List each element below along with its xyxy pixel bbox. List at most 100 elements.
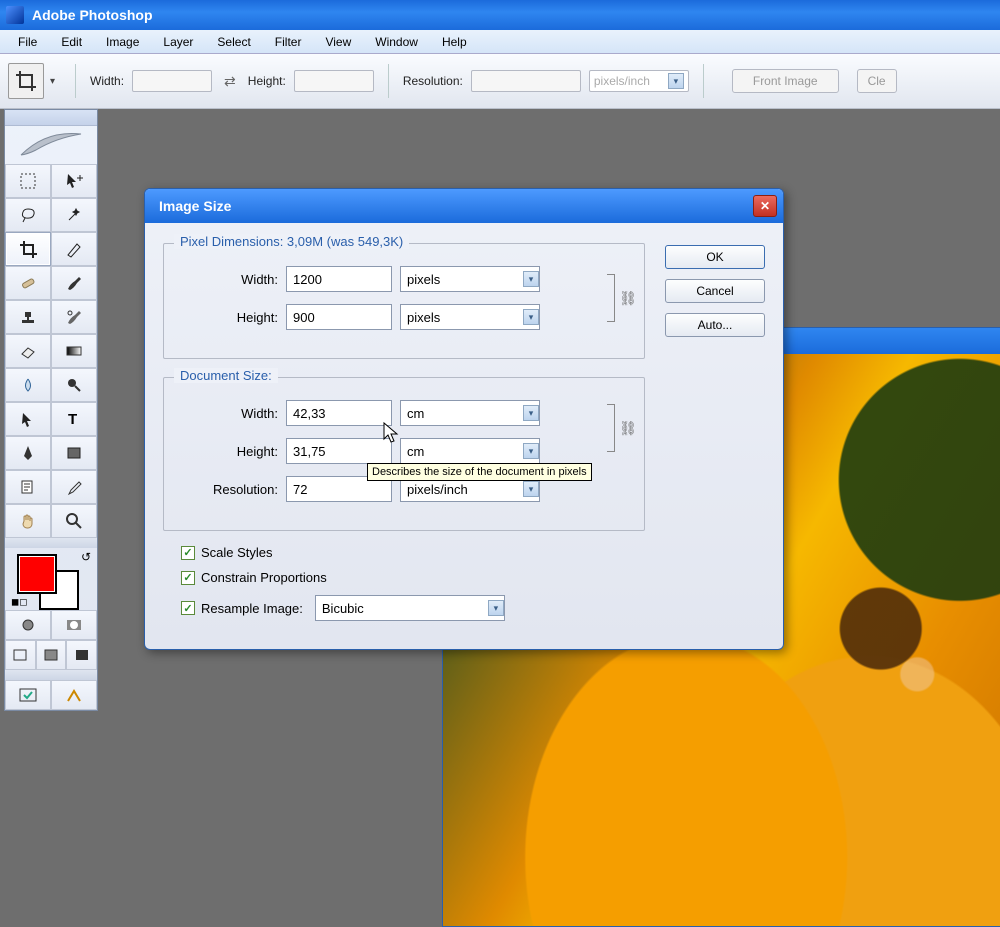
tool-marquee[interactable] — [5, 164, 51, 198]
tool-hand[interactable] — [5, 504, 51, 538]
tool-crop[interactable] — [5, 232, 51, 266]
px-height-unit-select[interactable]: pixels ▾ — [400, 304, 540, 330]
px-width-label: Width: — [178, 272, 278, 287]
chevron-down-icon: ▾ — [488, 600, 504, 616]
px-height-unit-value: pixels — [407, 310, 440, 325]
quickmask-mode-button[interactable] — [51, 610, 97, 640]
color-swatch[interactable]: ◼◻ ↺ — [5, 548, 97, 610]
menu-edit[interactable]: Edit — [49, 32, 94, 52]
tool-brush[interactable] — [51, 266, 97, 300]
tool-eraser[interactable] — [5, 334, 51, 368]
options-width-label: Width: — [90, 74, 124, 88]
tools-panel[interactable]: T ◼◻ ↺ — [4, 109, 98, 711]
cancel-button[interactable]: Cancel — [665, 279, 765, 303]
document-size-fieldset: Document Size: Width: cm ▾ — [163, 377, 645, 531]
menu-image[interactable]: Image — [94, 32, 151, 52]
tool-pen[interactable] — [5, 436, 51, 470]
crop-tool-icon[interactable] — [8, 63, 44, 99]
menu-file[interactable]: File — [6, 32, 49, 52]
tool-shape[interactable] — [51, 436, 97, 470]
doc-height-unit-select[interactable]: cm ▾ — [400, 438, 540, 464]
standard-mode-button[interactable] — [5, 610, 51, 640]
tool-lasso[interactable] — [5, 198, 51, 232]
tool-wand[interactable] — [51, 198, 97, 232]
resample-method-select[interactable]: Bicubic ▾ — [315, 595, 505, 621]
clear-button[interactable]: Cle — [857, 69, 897, 93]
tool-slice[interactable] — [51, 232, 97, 266]
tool-blur[interactable] — [5, 368, 51, 402]
auto-button[interactable]: Auto... — [665, 313, 765, 337]
options-resolution-unit-select[interactable]: pixels/inch ▾ — [589, 70, 689, 92]
separator — [703, 64, 704, 98]
resample-image-checkbox[interactable]: ✓ Resample Image: Bicubic ▾ — [181, 595, 645, 621]
options-resolution-input[interactable] — [471, 70, 581, 92]
doc-height-unit-value: cm — [407, 444, 424, 459]
px-width-input[interactable] — [286, 266, 392, 292]
pixel-dimensions-fieldset: Pixel Dimensions: 3,09M (was 549,3K) Wid… — [163, 243, 645, 359]
menu-layer[interactable]: Layer — [151, 32, 205, 52]
options-bar: ▾ Width: ⇄ Height: Resolution: pixels/in… — [0, 54, 1000, 109]
tool-zoom[interactable] — [51, 504, 97, 538]
tool-preset-dropdown-icon[interactable]: ▾ — [50, 76, 55, 87]
px-height-input[interactable] — [286, 304, 392, 330]
doc-width-input[interactable] — [286, 400, 392, 426]
front-image-button[interactable]: Front Image — [732, 69, 839, 93]
close-button[interactable]: ✕ — [753, 195, 777, 217]
image-size-dialog: Image Size ✕ Pixel Dimensions: 3,09M (wa… — [144, 188, 784, 650]
chevron-down-icon: ▾ — [523, 309, 539, 325]
workspace: T ◼◻ ↺ — [0, 109, 1000, 893]
ok-button[interactable]: OK — [665, 245, 765, 269]
jump-to-imageready-button[interactable] — [5, 680, 51, 710]
constrain-proportions-checkbox[interactable]: ✓ Constrain Proportions — [181, 570, 645, 585]
doc-height-label: Height: — [178, 444, 278, 459]
menu-window[interactable]: Window — [363, 32, 430, 52]
screenmode-full-button[interactable] — [66, 640, 97, 670]
dialog-titlebar[interactable]: Image Size ✕ — [145, 189, 783, 223]
tool-history-brush[interactable] — [51, 300, 97, 334]
swap-dimensions-icon[interactable]: ⇄ — [224, 73, 236, 90]
menu-bar: File Edit Image Layer Select Filter View… — [0, 30, 1000, 54]
app-logo-icon — [6, 6, 24, 24]
tool-path-select[interactable] — [5, 402, 51, 436]
px-height-label: Height: — [178, 310, 278, 325]
doc-width-unit-select[interactable]: cm ▾ — [400, 400, 540, 426]
scale-styles-label: Scale Styles — [201, 545, 273, 560]
doc-resolution-unit-value: pixels/inch — [407, 482, 468, 497]
menu-view[interactable]: View — [313, 32, 363, 52]
px-width-unit-select[interactable]: pixels ▾ — [400, 266, 540, 292]
default-colors-icon[interactable]: ◼◻ — [11, 597, 28, 608]
chevron-down-icon: ▾ — [523, 481, 539, 497]
tool-gradient[interactable] — [51, 334, 97, 368]
scale-styles-checkbox[interactable]: ✓ Scale Styles — [181, 545, 645, 560]
tool-notes[interactable] — [5, 470, 51, 504]
check-icon: ✓ — [181, 546, 195, 560]
swap-colors-icon[interactable]: ↺ — [81, 550, 91, 564]
separator — [388, 64, 389, 98]
tool-eyedropper[interactable] — [51, 470, 97, 504]
dialog-title-text: Image Size — [159, 198, 231, 214]
doc-height-input[interactable] — [286, 438, 392, 464]
px-width-unit-value: pixels — [407, 272, 440, 287]
divider — [5, 538, 97, 548]
tooltip: Describes the size of the document in pi… — [367, 463, 592, 481]
menu-select[interactable]: Select — [205, 32, 262, 52]
tool-move[interactable] — [51, 164, 97, 198]
foreground-color[interactable] — [17, 554, 57, 594]
resample-method-value: Bicubic — [322, 601, 364, 616]
jump-to-bridge-button[interactable] — [51, 680, 97, 710]
tool-heal[interactable] — [5, 266, 51, 300]
tool-stamp[interactable] — [5, 300, 51, 334]
tool-type[interactable]: T — [51, 402, 97, 436]
screenmode-full-menubar-button[interactable] — [36, 640, 67, 670]
menu-help[interactable]: Help — [430, 32, 479, 52]
tool-dodge[interactable] — [51, 368, 97, 402]
options-height-input[interactable] — [294, 70, 374, 92]
tools-panel-header[interactable] — [5, 110, 97, 126]
menu-filter[interactable]: Filter — [263, 32, 314, 52]
chevron-down-icon: ▾ — [523, 405, 539, 421]
screenmode-std-button[interactable] — [5, 640, 36, 670]
separator — [75, 64, 76, 98]
chevron-down-icon: ▾ — [668, 73, 684, 89]
options-height-label: Height: — [248, 74, 286, 88]
options-width-input[interactable] — [132, 70, 212, 92]
